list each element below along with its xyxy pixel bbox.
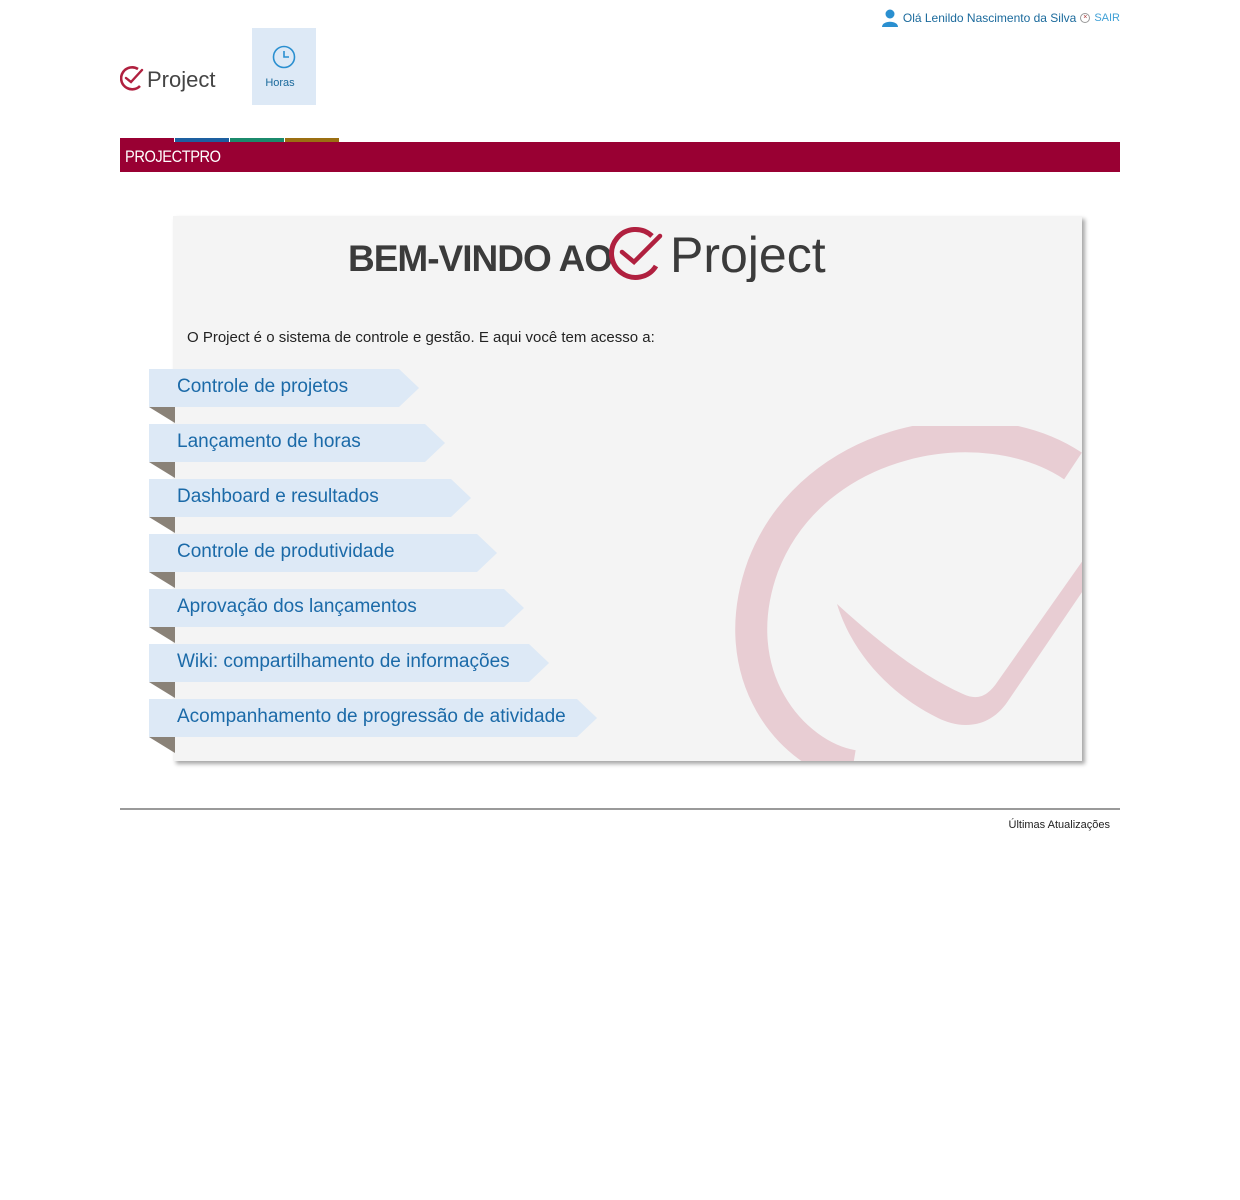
feature-label: Aprovação dos lançamentos	[177, 596, 417, 617]
user-icon	[881, 9, 898, 27]
clock-icon	[272, 45, 296, 69]
user-bar: Olá Lenildo Nascimento da Silva × SAIR	[881, 6, 1120, 30]
section-title-bar: PROJECTPRO	[120, 142, 1120, 172]
user-greeting[interactable]: Olá Lenildo Nascimento da Silva	[903, 11, 1076, 25]
latest-updates-link[interactable]: Últimas Atualizações	[1009, 819, 1111, 831]
nav-tile-label: Horas	[265, 77, 295, 89]
feature-label: Wiki: compartilhamento de informações	[177, 651, 510, 672]
welcome-heading: BEM-VINDO AO	[348, 238, 613, 279]
watermark-logo-icon	[735, 426, 1082, 761]
logo-text: Project	[147, 67, 215, 92]
section-title: PROJECTPRO	[125, 147, 221, 166]
feature-label: Acompanhamento de progressão de atividad…	[177, 706, 566, 727]
welcome-logo-text: Project	[670, 227, 826, 282]
feature-label: Controle de produtividade	[177, 541, 395, 562]
logout-link[interactable]: SAIR	[1094, 12, 1120, 24]
feature-label: Controle de projetos	[177, 376, 349, 397]
feature-label: Dashboard e resultados	[177, 486, 379, 507]
nav-tile-horas[interactable]: Horas	[252, 28, 316, 105]
footer-divider	[120, 808, 1120, 810]
welcome-project-logo: Project	[609, 227, 826, 282]
intro-text: O Project é o sistema de controle e gest…	[187, 329, 655, 346]
logout-icon[interactable]: ×	[1080, 13, 1091, 23]
feature-label: Lançamento de horas	[177, 431, 361, 452]
project-logo[interactable]: Project	[120, 64, 232, 94]
